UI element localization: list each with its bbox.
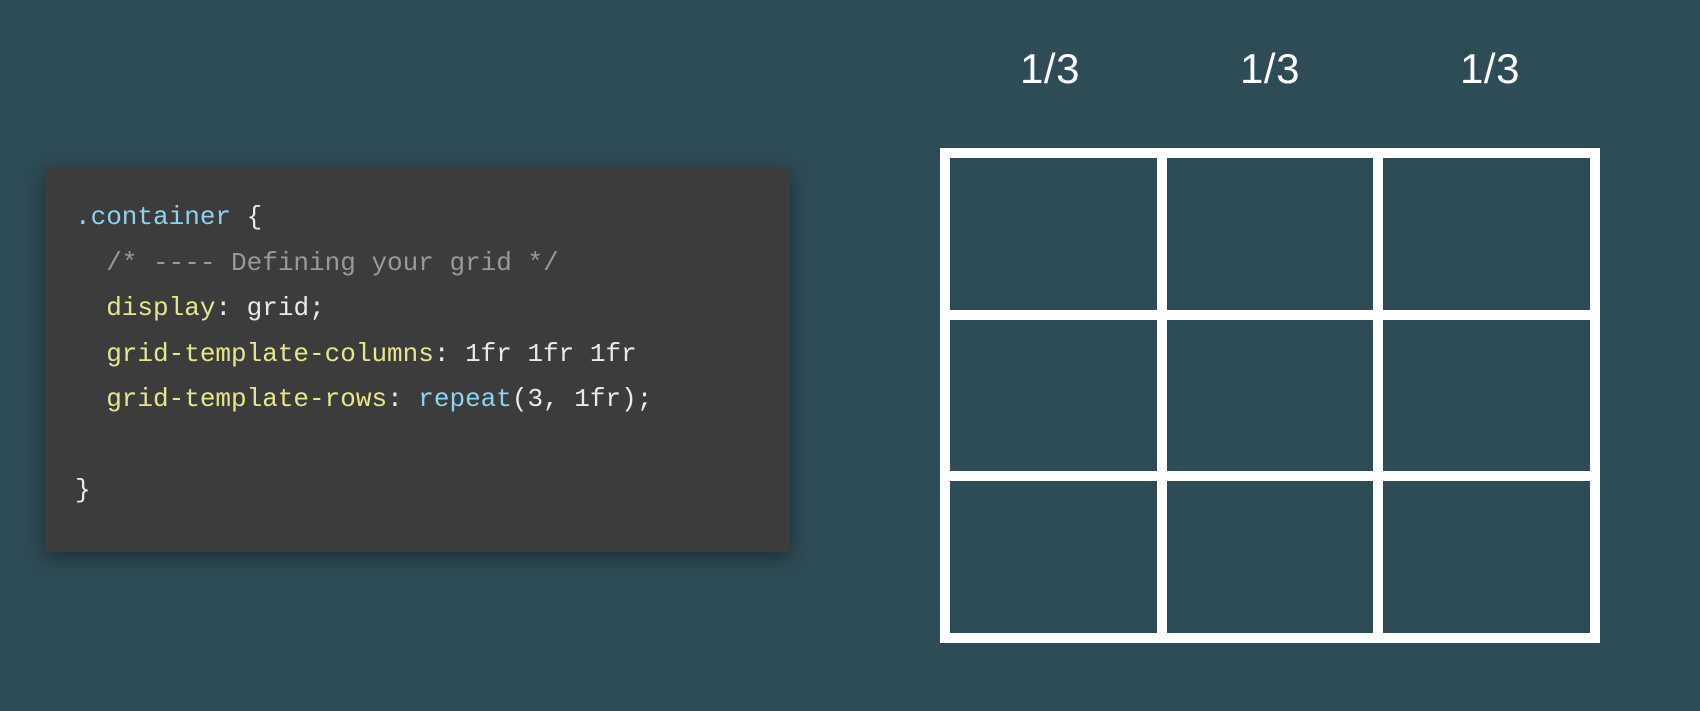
grid-cell (1162, 153, 1379, 315)
css-property: display (75, 293, 215, 323)
code-line-display: display: grid; (75, 286, 760, 332)
grid-cell (945, 315, 1162, 477)
code-line-selector: .container { (75, 195, 760, 241)
css-function: repeat (403, 384, 512, 414)
column-labels-row: 1/3 1/3 1/3 (920, 45, 1620, 93)
open-brace: { (231, 202, 262, 232)
code-line-empty (75, 423, 760, 469)
css-selector: .container (75, 202, 231, 232)
column-label: 1/3 (1380, 45, 1600, 93)
grid-cell (1162, 476, 1379, 638)
code-line-comment: /* ---- Defining your grid */ (75, 241, 760, 287)
css-value: grid (231, 293, 309, 323)
grid-diagram: 1/3 1/3 1/3 (920, 45, 1620, 643)
grid-cell (945, 476, 1162, 638)
column-label: 1/3 (940, 45, 1160, 93)
grid-cell (1378, 315, 1595, 477)
grid-cell (1162, 315, 1379, 477)
grid-cell (1378, 476, 1595, 638)
grid-cell (1378, 153, 1595, 315)
css-function-args: (3, 1fr) (512, 384, 637, 414)
css-property: grid-template-rows (75, 384, 387, 414)
css-property: grid-template-columns (75, 339, 434, 369)
css-value: 1fr 1fr 1fr (449, 339, 636, 369)
code-line-columns: grid-template-columns: 1fr 1fr 1fr (75, 332, 760, 378)
grid-cell (945, 153, 1162, 315)
code-line-rows: grid-template-rows: repeat(3, 1fr); (75, 377, 760, 423)
css-code-snippet: .container { /* ---- Defining your grid … (45, 167, 790, 552)
column-label: 1/3 (1160, 45, 1380, 93)
close-brace: } (75, 468, 760, 514)
grid-visual (940, 148, 1600, 643)
